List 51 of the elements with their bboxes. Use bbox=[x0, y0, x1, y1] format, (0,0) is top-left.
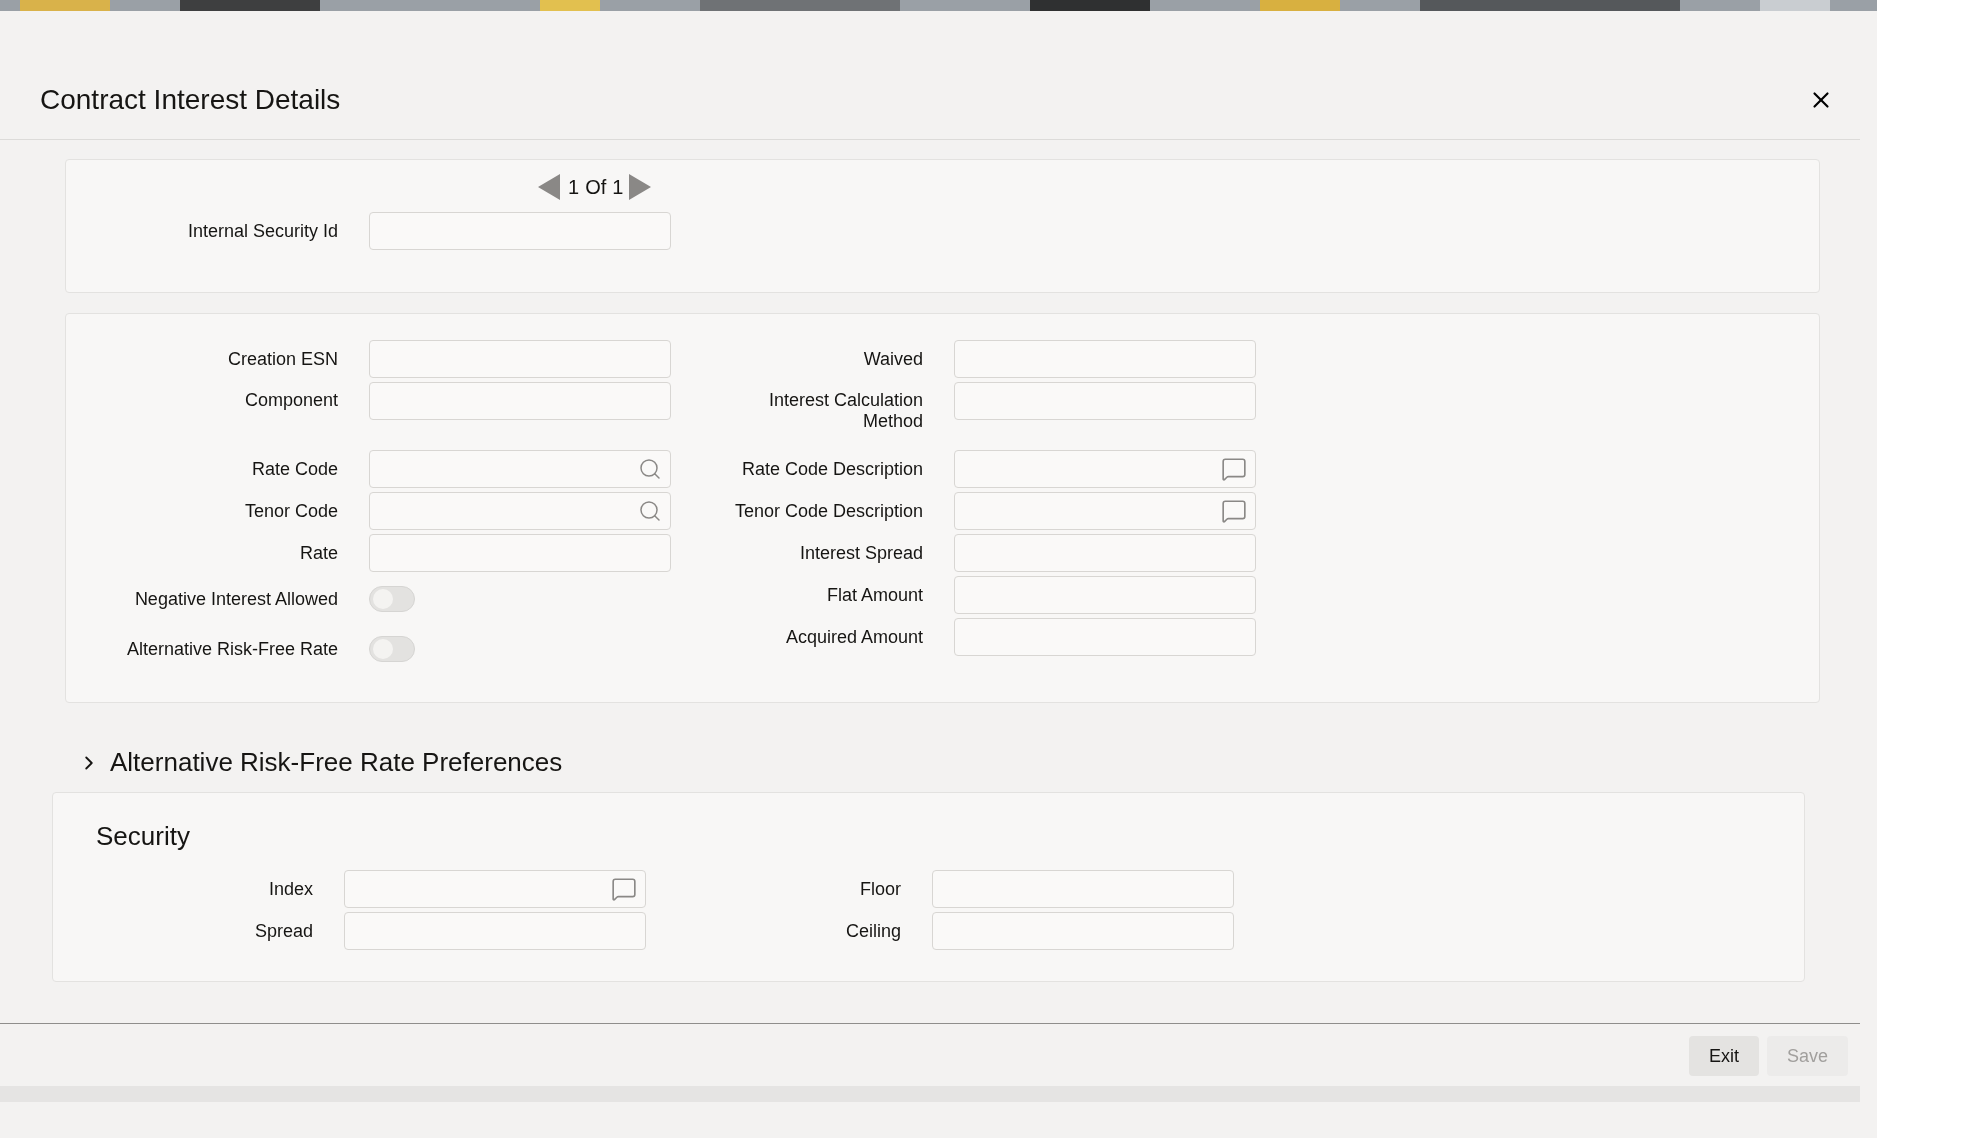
field-label: Creation ESN bbox=[226, 348, 338, 370]
accordion-header[interactable]: Alternative Risk-Free Rate Preferences bbox=[78, 743, 563, 782]
page-number: 1 bbox=[568, 175, 580, 200]
input-field[interactable] bbox=[369, 382, 671, 420]
input-field[interactable] bbox=[954, 618, 1256, 656]
field-label: Interest Spread bbox=[798, 542, 923, 564]
of-label: Of bbox=[585, 175, 607, 200]
field-label: Rate Code Description bbox=[740, 458, 923, 480]
input-field[interactable] bbox=[344, 870, 646, 908]
input-field[interactable] bbox=[369, 212, 671, 250]
field-label: Internal Security Id bbox=[186, 220, 338, 242]
field-label: Rate Code bbox=[250, 458, 338, 480]
previous-button[interactable] bbox=[538, 174, 562, 200]
input-field[interactable] bbox=[954, 492, 1256, 530]
field-label: Tenor Code bbox=[243, 500, 338, 522]
field-label: Flat Amount bbox=[825, 584, 923, 606]
toggle-switch[interactable] bbox=[369, 586, 415, 612]
input-field[interactable] bbox=[954, 340, 1256, 378]
field-label: Waived bbox=[862, 348, 923, 370]
input-field[interactable] bbox=[954, 450, 1256, 488]
field-label: Alternative Risk-Free Rate bbox=[125, 638, 338, 660]
field-label: Floor bbox=[859, 878, 901, 900]
input-field[interactable] bbox=[954, 534, 1256, 572]
search-icon[interactable] bbox=[638, 499, 662, 523]
field-label: Component bbox=[243, 389, 338, 411]
input-field[interactable] bbox=[954, 382, 1256, 420]
speech-bubble-icon[interactable] bbox=[611, 876, 637, 902]
page-total: 1 bbox=[612, 175, 624, 200]
input-field[interactable] bbox=[369, 450, 671, 488]
speech-bubble-icon[interactable] bbox=[1221, 498, 1247, 524]
search-icon[interactable] bbox=[638, 457, 662, 481]
input-field[interactable] bbox=[369, 340, 671, 378]
field-label: Rate bbox=[298, 542, 338, 564]
field-label: Index bbox=[267, 878, 313, 900]
field-label: Acquired Amount bbox=[784, 626, 923, 648]
field-label: Interest Calculation Method bbox=[767, 389, 923, 432]
speech-bubble-icon[interactable] bbox=[1221, 456, 1247, 482]
field-label: Tenor Code Description bbox=[733, 500, 923, 522]
input-field[interactable] bbox=[932, 912, 1234, 950]
input-field[interactable] bbox=[369, 492, 671, 530]
field-label: Spread bbox=[253, 920, 313, 942]
toggle-switch[interactable] bbox=[369, 636, 415, 662]
input-field[interactable] bbox=[369, 534, 671, 572]
input-field[interactable] bbox=[932, 870, 1234, 908]
field-label: Ceiling bbox=[844, 920, 901, 942]
footer-button[interactable]: Exit bbox=[1688, 1036, 1759, 1076]
field-label: Negative Interest Allowed bbox=[133, 588, 338, 610]
input-field[interactable] bbox=[344, 912, 646, 950]
section-title: Security bbox=[96, 820, 191, 853]
input-field[interactable] bbox=[954, 576, 1256, 614]
dialog-title: Contract Interest Details bbox=[40, 83, 341, 117]
